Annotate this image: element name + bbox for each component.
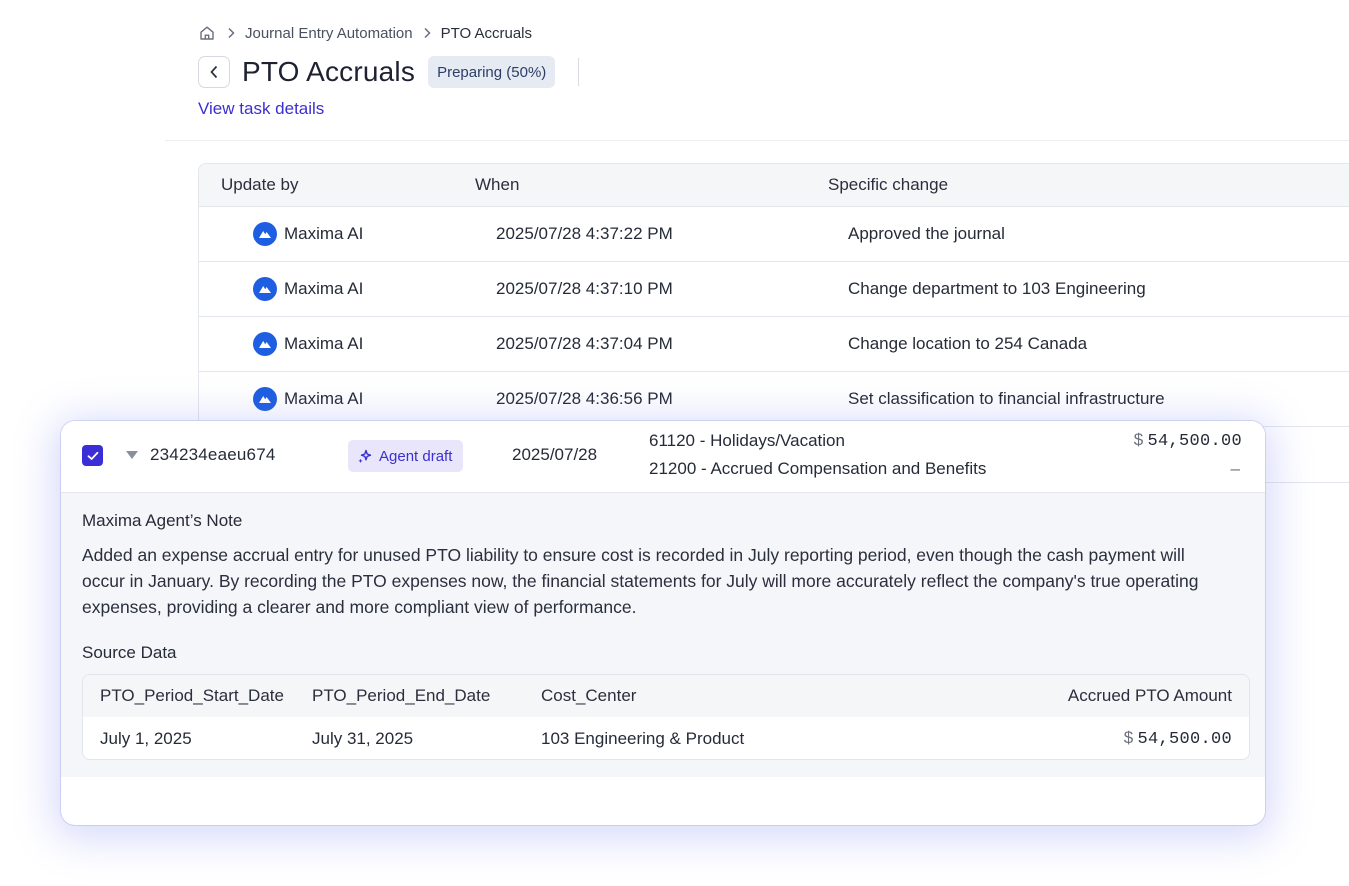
end-date-cell: July 31, 2025 [312, 728, 414, 748]
column-header-end-date: PTO_Period_End_Date [312, 686, 491, 705]
view-task-details-link[interactable]: View task details [198, 99, 324, 119]
user-name: Maxima AI [284, 334, 364, 353]
divider [578, 58, 580, 86]
table-row[interactable]: Maxima AI 2025/07/28 4:36:56 PM Set clas… [199, 372, 1349, 427]
entry-date: 2025/07/28 [512, 445, 598, 464]
table-row: July 1, 2025 July 31, 2025 103 Engineeri… [83, 717, 1249, 759]
maxima-ai-logo-icon [253, 222, 277, 246]
divider [165, 140, 1349, 141]
agent-note-text: Added an expense accrual entry for unuse… [82, 545, 1199, 617]
journal-entry-card: 234234eaeu674 Agent draft 2025/07/28 611… [61, 421, 1265, 825]
table-row[interactable]: Maxima AI 2025/07/28 4:37:22 PM Approved… [199, 207, 1349, 262]
checkmark-icon [87, 451, 99, 461]
timestamp: 2025/07/28 4:36:56 PM [496, 389, 673, 408]
page-header: PTO Accruals Preparing (50%) [198, 54, 580, 90]
journal-entry-row[interactable]: 234234eaeu674 Agent draft 2025/07/28 611… [61, 421, 1265, 493]
chevron-right-icon [227, 27, 235, 39]
back-button[interactable] [198, 56, 230, 88]
start-date-cell: July 1, 2025 [100, 728, 192, 748]
accrued-amount-cell: $54,500.00 [841, 728, 1249, 749]
amount-value: 54,500.00 [1147, 432, 1242, 451]
breadcrumb-item-journal-entry-automation[interactable]: Journal Entry Automation [245, 25, 413, 42]
user-name: Maxima AI [284, 224, 364, 243]
entry-id: 234234eaeu674 [150, 445, 276, 464]
currency-symbol: $ [1133, 430, 1144, 449]
credit-account: 21200 - Accrued Compensation and Benefit… [649, 459, 987, 478]
column-header-when[interactable]: When [475, 175, 828, 195]
change-description: Set classification to financial infrastr… [848, 389, 1165, 408]
credit-amount: – [1230, 459, 1240, 478]
change-description: Approved the journal [848, 224, 1005, 243]
expand-caret-icon[interactable] [126, 451, 138, 459]
debit-account: 61120 - Holidays/Vacation [649, 431, 845, 450]
agent-draft-label: Agent draft [379, 447, 453, 465]
maxima-ai-logo-icon [253, 332, 277, 356]
user-name: Maxima AI [284, 389, 364, 408]
timestamp: 2025/07/28 4:37:10 PM [496, 279, 673, 298]
update-by-cell: Maxima AI [199, 332, 475, 356]
table-header: Update by When Specific change [199, 164, 1349, 207]
amount-value: 54,500.00 [1137, 730, 1232, 749]
change-description: Change department to 103 Engineering [848, 279, 1146, 298]
update-by-cell: Maxima AI [199, 222, 475, 246]
cost-center-cell: 103 Engineering & Product [541, 728, 745, 748]
entry-checkbox[interactable] [82, 445, 103, 466]
table-row[interactable]: Maxima AI 2025/07/28 4:37:10 PM Change d… [199, 262, 1349, 317]
timestamp: 2025/07/28 4:37:04 PM [496, 334, 673, 353]
update-by-cell: Maxima AI [199, 277, 475, 301]
column-header-accrued-amount: Accrued PTO Amount [1067, 686, 1232, 705]
source-data-title: Source Data [82, 643, 177, 662]
page-title: PTO Accruals [242, 56, 416, 87]
agent-note-title: Maxima Agent’s Note [82, 511, 243, 530]
chevron-left-icon [209, 65, 219, 79]
agent-note-panel: Maxima Agent’s Note Added an expense acc… [61, 493, 1265, 777]
status-badge: Preparing (50%) [428, 56, 556, 88]
chevron-right-icon [423, 27, 431, 39]
breadcrumb: Journal Entry Automation PTO Accruals [199, 22, 532, 44]
change-description: Change location to 254 Canada [848, 334, 1088, 353]
maxima-ai-logo-icon [253, 277, 277, 301]
agent-draft-badge: Agent draft [348, 440, 464, 472]
home-icon[interactable] [199, 24, 217, 42]
table-header: PTO_Period_Start_Date PTO_Period_End_Dat… [83, 675, 1249, 717]
sparkle-icon [357, 448, 373, 464]
column-header-start-date: PTO_Period_Start_Date [100, 686, 284, 705]
page: Journal Entry Automation PTO Accruals PT… [0, 0, 1349, 886]
timestamp: 2025/07/28 4:37:22 PM [496, 224, 673, 243]
debit-amount: $54,500.00 [1134, 430, 1242, 451]
table-row[interactable]: Maxima AI 2025/07/28 4:37:04 PM Change l… [199, 317, 1349, 372]
column-header-specific-change[interactable]: Specific change [828, 175, 1349, 195]
maxima-ai-logo-icon [253, 387, 277, 411]
column-header-update-by[interactable]: Update by [199, 175, 475, 195]
user-name: Maxima AI [284, 279, 364, 298]
update-by-cell: Maxima AI [199, 387, 475, 411]
currency-symbol: $ [1123, 728, 1134, 747]
column-header-cost-center: Cost_Center [541, 686, 637, 705]
source-data-table: PTO_Period_Start_Date PTO_Period_End_Dat… [82, 674, 1250, 760]
breadcrumb-item-current: PTO Accruals [440, 24, 533, 42]
